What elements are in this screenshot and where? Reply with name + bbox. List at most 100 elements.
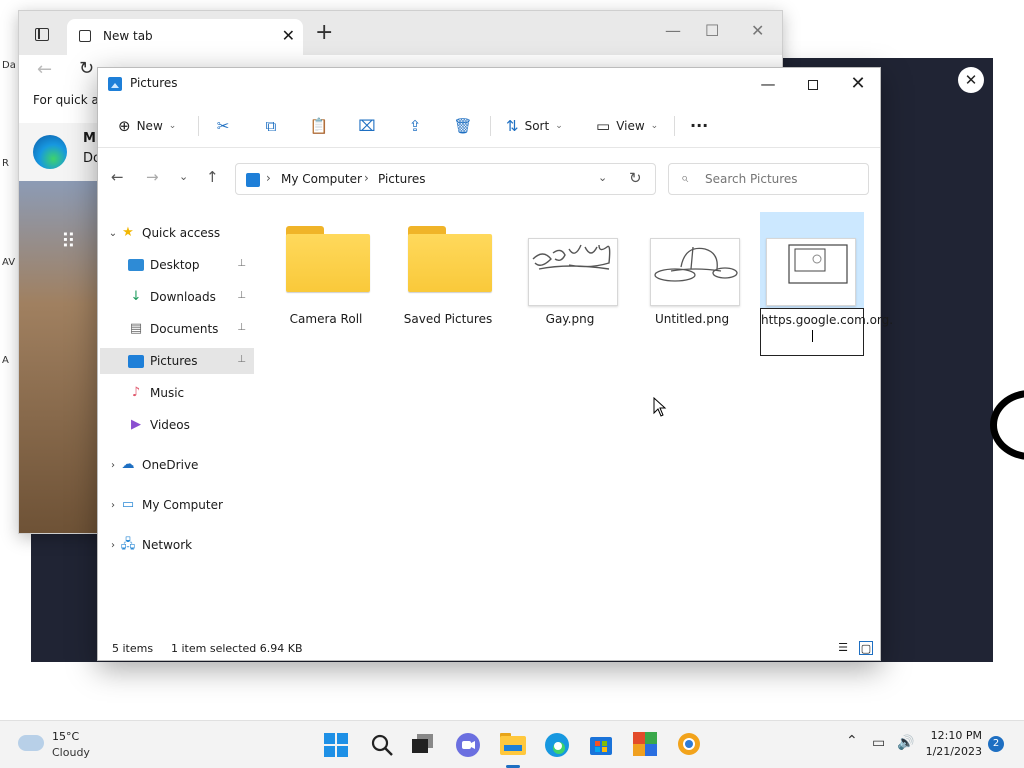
- sidebar-item-label: Documents: [150, 322, 219, 336]
- maximize-button[interactable]: [793, 72, 833, 96]
- volume-icon[interactable]: 🔊: [897, 735, 914, 751]
- share-icon[interactable]: ⇪: [404, 115, 426, 137]
- browser-back-icon[interactable]: ←: [37, 59, 52, 80]
- sidebar-item-pictures[interactable]: Pictures ⊥: [100, 348, 254, 374]
- chevron-down-icon: ⌄: [650, 121, 659, 131]
- breadcrumb-pictures[interactable]: Pictures: [378, 172, 426, 186]
- network-icon: 🖧: [120, 537, 136, 552]
- sort-button[interactable]: ⇅ Sort ⌄: [506, 114, 563, 138]
- chrome-canary-icon[interactable]: [677, 732, 701, 756]
- recent-locations-icon[interactable]: ⌄: [179, 170, 188, 183]
- close-button[interactable]: ✕: [838, 72, 878, 96]
- delete-icon[interactable]: 🗑: [452, 115, 474, 137]
- file-tile-saved-pictures[interactable]: Saved Pictures: [396, 212, 500, 356]
- view-button[interactable]: ▭ View ⌄: [596, 114, 658, 138]
- clock-time[interactable]: 12:10 PM: [928, 729, 982, 742]
- tab-actions-icon[interactable]: [35, 28, 49, 41]
- chat-icon[interactable]: [455, 732, 481, 758]
- sidebar-item-documents[interactable]: ▤ Documents ⊥: [100, 316, 254, 342]
- document-icon: ▤: [129, 321, 143, 336]
- pictures-icon: [128, 354, 144, 368]
- apps-grid-icon[interactable]: ⠿: [61, 229, 77, 253]
- forward-icon[interactable]: →: [146, 168, 159, 186]
- selection-info: 1 item selected 6.94 KB: [171, 642, 303, 655]
- network-icon[interactable]: ▭: [872, 735, 885, 751]
- more-options-button[interactable]: ···: [690, 114, 708, 138]
- overlay-close-icon[interactable]: ✕: [958, 67, 984, 93]
- browser-maximize-icon[interactable]: ☐: [705, 21, 719, 40]
- window-sketch-icon: [788, 244, 848, 284]
- cut-icon[interactable]: ✂: [212, 115, 234, 137]
- weather-condition[interactable]: Cloudy: [52, 746, 90, 759]
- new-tab-button[interactable]: +: [315, 20, 333, 45]
- pin-icon[interactable]: ⊥: [237, 354, 246, 365]
- sidebar-item-downloads[interactable]: ↓ Downloads ⊥: [100, 284, 254, 310]
- pin-icon[interactable]: ⊥: [237, 290, 246, 301]
- expand-chevron-icon[interactable]: ›: [106, 540, 120, 551]
- status-bar: 5 items 1 item selected 6.94 KB ☰ ▢: [98, 634, 880, 662]
- search-input[interactable]: [703, 170, 863, 188]
- view-icon: ▭: [596, 117, 611, 135]
- show-hidden-icons-chevron[interactable]: ⌃: [846, 733, 858, 749]
- sidebar-item-music[interactable]: ♪ Music: [100, 380, 254, 406]
- search-icon[interactable]: [370, 733, 394, 757]
- pin-icon[interactable]: ⊥: [237, 258, 246, 269]
- edge-browser-icon[interactable]: [544, 732, 570, 758]
- cloud-weather-icon[interactable]: [18, 735, 44, 751]
- sidebar-item-label: Pictures: [150, 354, 198, 368]
- pictures-folder-icon: [108, 77, 122, 91]
- image-thumbnail: [528, 238, 618, 306]
- collapse-chevron-icon[interactable]: ⌄: [106, 228, 120, 239]
- weather-temperature[interactable]: 15°C: [52, 730, 79, 743]
- expand-chevron-icon[interactable]: ›: [106, 460, 120, 471]
- browser-minimize-icon[interactable]: —: [665, 21, 681, 40]
- file-name: Saved Pictures: [403, 312, 493, 326]
- browser-close-icon[interactable]: ✕: [751, 21, 764, 40]
- desktop-label: Da: [2, 60, 16, 71]
- rename-input[interactable]: https.google.com.org.: [760, 308, 893, 356]
- sort-label: Sort: [524, 119, 550, 133]
- store-icon[interactable]: [589, 732, 613, 756]
- minimize-button[interactable]: —: [748, 72, 788, 96]
- task-view-icon[interactable]: [412, 734, 434, 754]
- file-tile-camera-roll[interactable]: Camera Roll: [274, 212, 378, 356]
- sidebar-item-videos[interactable]: ▶ Videos: [100, 412, 254, 438]
- large-icons-view-icon[interactable]: ▢: [859, 641, 873, 655]
- expand-chevron-icon[interactable]: ›: [106, 500, 120, 511]
- rename-icon[interactable]: ⌧: [356, 115, 378, 137]
- details-view-icon[interactable]: ☰: [836, 641, 850, 655]
- start-windows-icon[interactable]: [324, 733, 348, 757]
- file-explorer-icon[interactable]: [500, 733, 526, 755]
- pin-icon[interactable]: ⊥: [237, 322, 246, 333]
- address-dropdown-icon[interactable]: ⌄: [598, 171, 607, 184]
- file-tile-renaming[interactable]: https.google.com.org.: [760, 212, 893, 356]
- sidebar-item-quick-access[interactable]: ⌄ ★ Quick access: [100, 220, 254, 246]
- tab-close-icon[interactable]: ✕: [282, 26, 295, 45]
- sidebar-item-network[interactable]: › 🖧 Network: [100, 532, 254, 558]
- view-label: View: [616, 119, 645, 133]
- notification-badge[interactable]: 2: [988, 736, 1004, 752]
- sidebar-item-my-computer[interactable]: › ▭ My Computer: [100, 492, 254, 518]
- address-bar[interactable]: › My Computer › Pictures ⌄ ↻: [235, 163, 656, 195]
- refresh-icon[interactable]: ↻: [629, 169, 642, 187]
- browser-background-photo: ⠿: [19, 181, 99, 533]
- browser-reload-icon[interactable]: ↻: [79, 58, 94, 79]
- clock-date[interactable]: 1/21/2023: [924, 745, 982, 758]
- search-box[interactable]: ⌕: [668, 163, 869, 195]
- new-button[interactable]: ⊕ New ⌄: [118, 114, 176, 138]
- breadcrumb-my-computer[interactable]: My Computer: [281, 172, 362, 186]
- toolbar-divider: [490, 116, 491, 136]
- maximize-icon: [808, 79, 818, 90]
- file-tile-untitled-png[interactable]: Untitled.png: [640, 212, 744, 356]
- paste-icon[interactable]: 📋: [308, 115, 330, 137]
- paint-app-icon[interactable]: [633, 732, 657, 756]
- sidebar-item-desktop[interactable]: Desktop ⊥: [100, 252, 254, 278]
- copy-icon[interactable]: ⧉: [260, 115, 282, 137]
- breadcrumb-separator: ›: [266, 171, 271, 185]
- sidebar-item-onedrive[interactable]: › ☁ OneDrive: [100, 452, 254, 478]
- up-icon[interactable]: ↑: [206, 168, 219, 186]
- command-bar: ⊕ New ⌄ ✂ ⧉ 📋 ⌧ ⇪ 🗑 ⇅ Sort ⌄ ▭ View ⌄ ··…: [98, 104, 880, 148]
- browser-tab-new[interactable]: New tab ✕: [67, 19, 303, 55]
- back-icon[interactable]: ←: [111, 168, 124, 186]
- file-tile-gay-png[interactable]: Gay.png: [518, 212, 622, 356]
